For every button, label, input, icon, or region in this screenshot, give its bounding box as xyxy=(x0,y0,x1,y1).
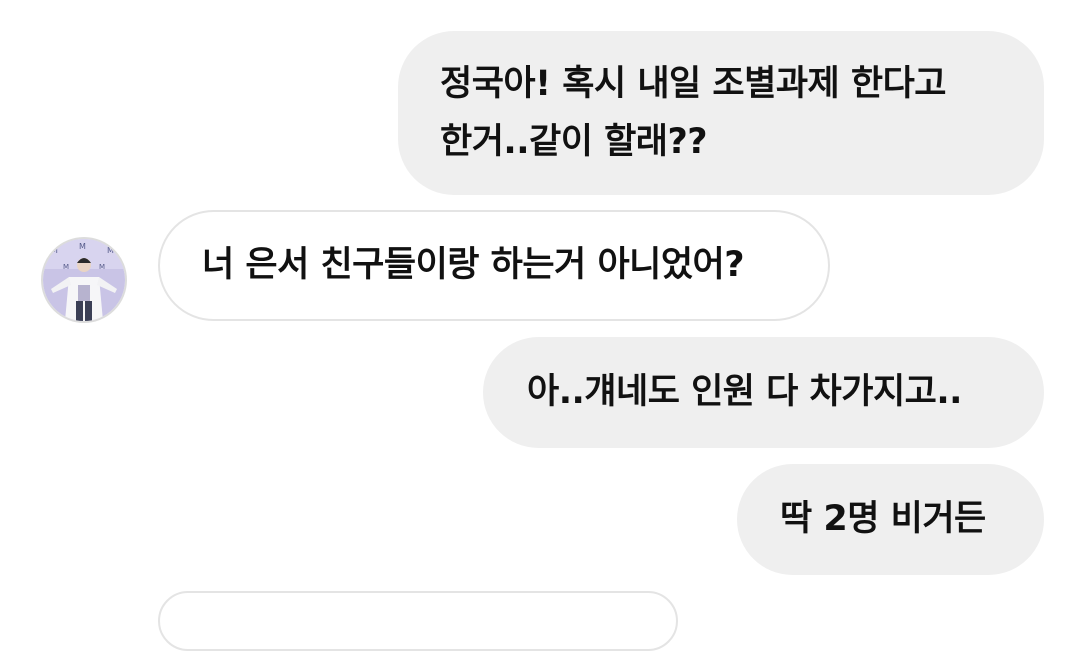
message-bubble-sent[interactable]: 정국아! 혹시 내일 조별과제 한다고 한거..같이 할래?? xyxy=(398,31,1044,195)
message-bubble-sent[interactable]: 딱 2명 비거든 xyxy=(737,464,1044,575)
message-bubble-sent[interactable]: 아..걔네도 인원 다 차가지고.. xyxy=(483,337,1044,448)
message-text-line: 정국아! 혹시 내일 조별과제 한다고 xyxy=(440,64,947,104)
svg-text:M: M xyxy=(51,246,58,255)
svg-text:M: M xyxy=(63,263,69,271)
message-bubble-received-partial[interactable] xyxy=(158,591,678,651)
message-text: 너 은서 친구들이랑 하는거 아니었어? xyxy=(202,245,745,285)
svg-text:M: M xyxy=(99,263,105,271)
message-text: 딱 2명 비거든 xyxy=(780,499,986,539)
message-text-line: 한거..같이 할래?? xyxy=(440,122,708,162)
svg-text:M: M xyxy=(79,242,86,251)
message-text: 아..걔네도 인원 다 차가지고.. xyxy=(527,372,962,412)
contact-avatar[interactable]: M M M M M xyxy=(41,237,127,323)
profile-photo-avatar-icon: M M M M M xyxy=(43,239,125,321)
chat-thread: 정국아! 혹시 내일 조별과제 한다고 한거..같이 할래?? M M M M … xyxy=(0,0,1080,651)
svg-text:M: M xyxy=(107,246,114,255)
message-bubble-received[interactable]: 너 은서 친구들이랑 하는거 아니었어? xyxy=(158,210,830,321)
